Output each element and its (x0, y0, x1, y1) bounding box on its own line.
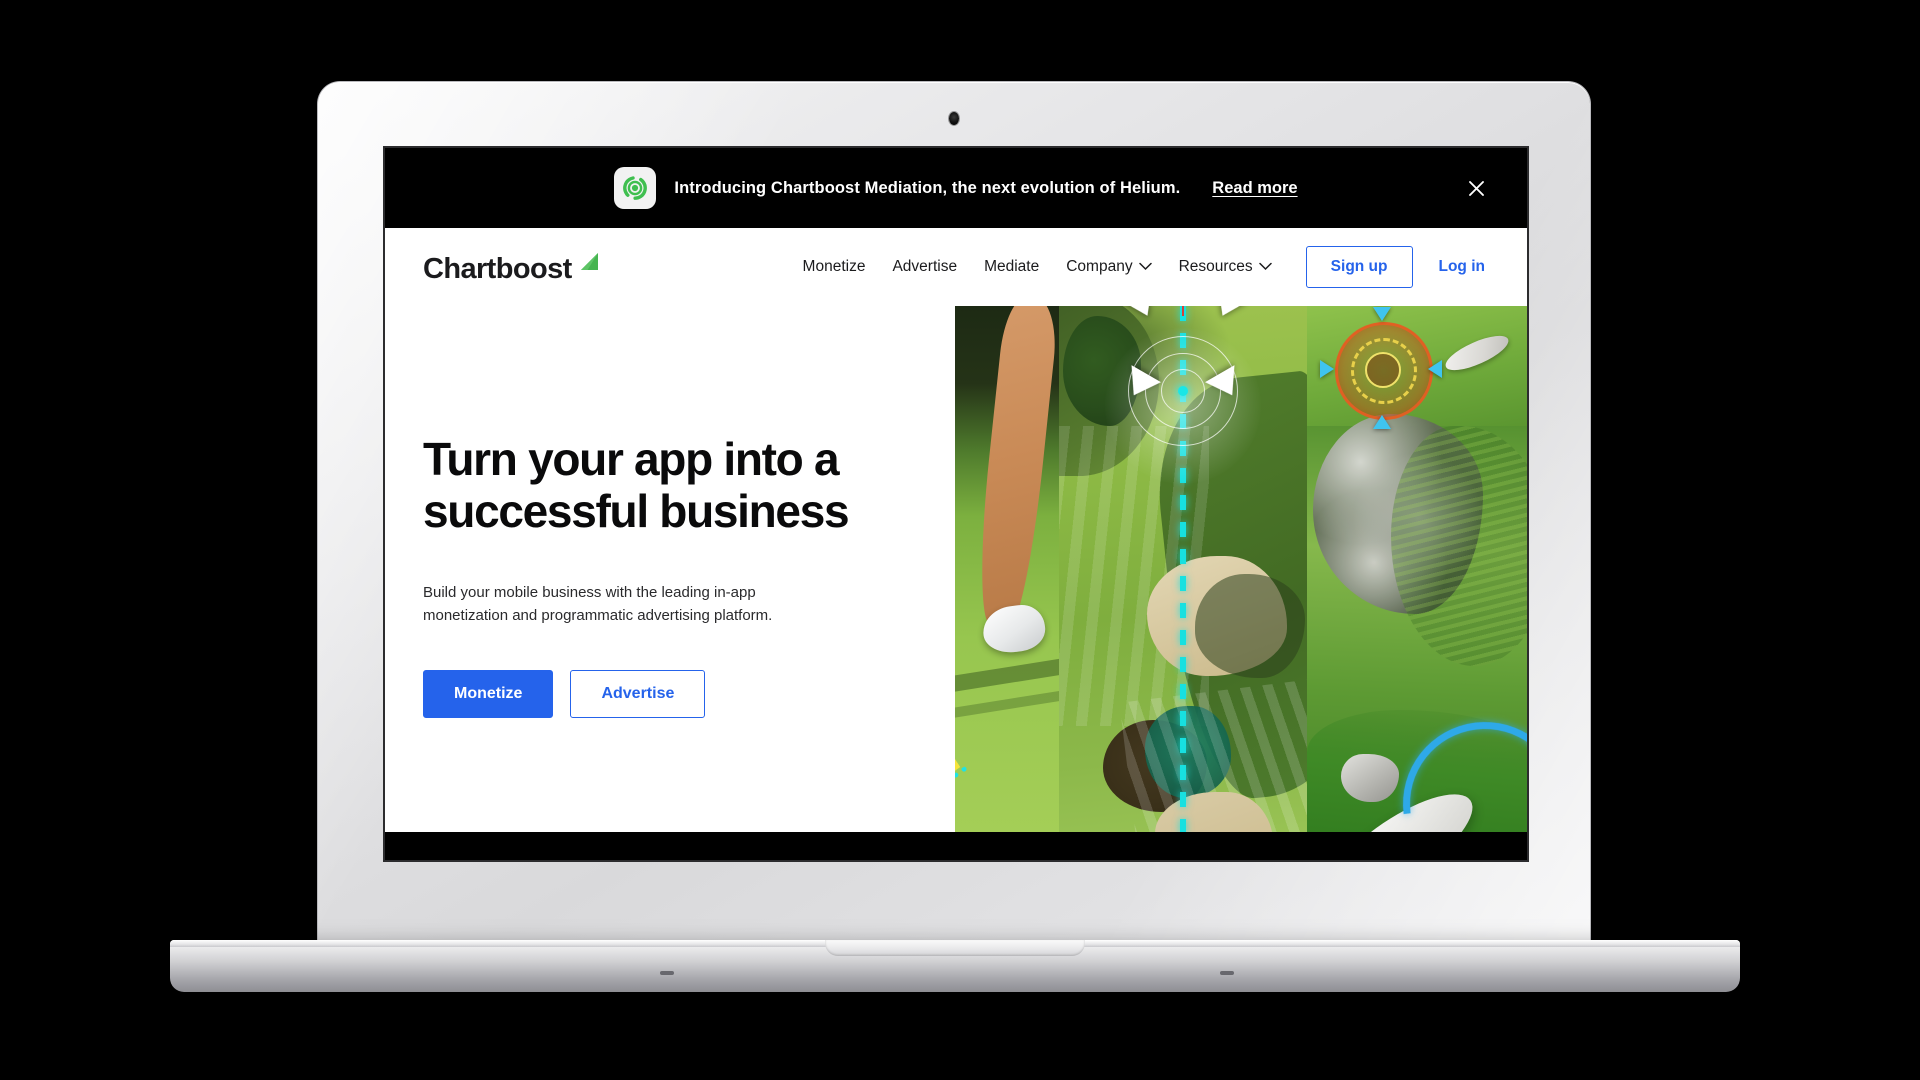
laptop-base (170, 940, 1740, 992)
nav-item-mediate-label: Mediate (984, 258, 1040, 275)
laptop-mockup: MacBook Air Introducing Chartboost Media… (0, 0, 1920, 1080)
hero-headline: Turn your app into a successful business (423, 433, 850, 537)
auth-actions: Sign up Log in (1305, 246, 1486, 288)
brand-logo[interactable]: Chartboost (423, 250, 600, 284)
page-bottom-strip (385, 832, 1527, 860)
sign-up-button[interactable]: Sign up (1305, 246, 1413, 288)
fairway-stripe (955, 687, 1059, 719)
announcement-banner: Introducing Chartboost Mediation, the ne… (385, 148, 1527, 228)
nav-item-monetize[interactable]: Monetize (803, 258, 866, 276)
nav-item-mediate[interactable]: Mediate (984, 258, 1039, 276)
monetize-button[interactable]: Monetize (423, 669, 554, 718)
webcam-icon (949, 112, 959, 125)
hero-panel-golfer (955, 306, 1059, 860)
flag-stick (1182, 306, 1184, 316)
chevron-down-icon (1138, 258, 1152, 276)
golfer-leg (971, 306, 1059, 628)
hero-copy: Turn your app into a successful business… (385, 306, 955, 860)
nav-item-company-label: Company (1066, 258, 1133, 275)
hero-section: Turn your app into a successful business… (385, 306, 1527, 860)
log-in-link[interactable]: Log in (1439, 258, 1486, 276)
hero-panel-target (1307, 306, 1527, 860)
brand-wordmark: Chartboost (423, 253, 572, 285)
reticle-caret-icon (1320, 360, 1334, 378)
chevron-down-icon (1258, 258, 1272, 276)
pointer-arrow-icon (1207, 306, 1249, 324)
nav-item-company[interactable]: Company (1066, 258, 1152, 276)
reticle-caret-icon (1373, 415, 1391, 429)
aim-center-dot (1178, 386, 1188, 396)
laptop-screen: Introducing Chartboost Mediation, the ne… (385, 148, 1527, 860)
close-icon[interactable] (1463, 175, 1489, 201)
reticle-caret-icon (1373, 307, 1391, 321)
base-foot (1220, 971, 1234, 975)
nav-item-resources-label: Resources (1178, 258, 1253, 275)
nav-item-advertise-label: Advertise (892, 258, 958, 275)
read-more-link[interactable]: Read more (1212, 179, 1297, 198)
site-header: Chartboost Monetize Advertise Mediate Co… (385, 228, 1527, 306)
chartboost-app-icon (614, 167, 657, 209)
base-foot (660, 971, 674, 975)
target-reticle-icon (1320, 307, 1442, 429)
reticle-inner-ring (1365, 352, 1401, 388)
announcement-content: Introducing Chartboost Mediation, the ne… (614, 167, 1298, 209)
course-bunker-shadow (1195, 574, 1305, 678)
nav-item-resources[interactable]: Resources (1179, 258, 1272, 276)
announcement-message: Introducing Chartboost Mediation, the ne… (674, 178, 1181, 197)
target-rock-chunk (1341, 754, 1399, 802)
hero-panel-course (1059, 306, 1307, 860)
hero-cta-group: Monetize Advertise (423, 669, 955, 718)
chartboost-leaf-icon (574, 250, 600, 281)
reticle-caret-icon (1428, 360, 1442, 378)
fairway-stripe (955, 655, 1059, 693)
primary-nav: Monetize Advertise Mediate Company Resou… (803, 258, 1272, 276)
hero-artwork (955, 306, 1527, 860)
nav-item-monetize-label: Monetize (802, 258, 866, 275)
hero-subtext: Build your mobile business with the lead… (423, 584, 773, 625)
advertise-button[interactable]: Advertise (570, 669, 706, 718)
base-notch (825, 940, 1085, 956)
target-grass-overlay (1391, 426, 1527, 666)
nav-item-advertise[interactable]: Advertise (892, 258, 957, 276)
